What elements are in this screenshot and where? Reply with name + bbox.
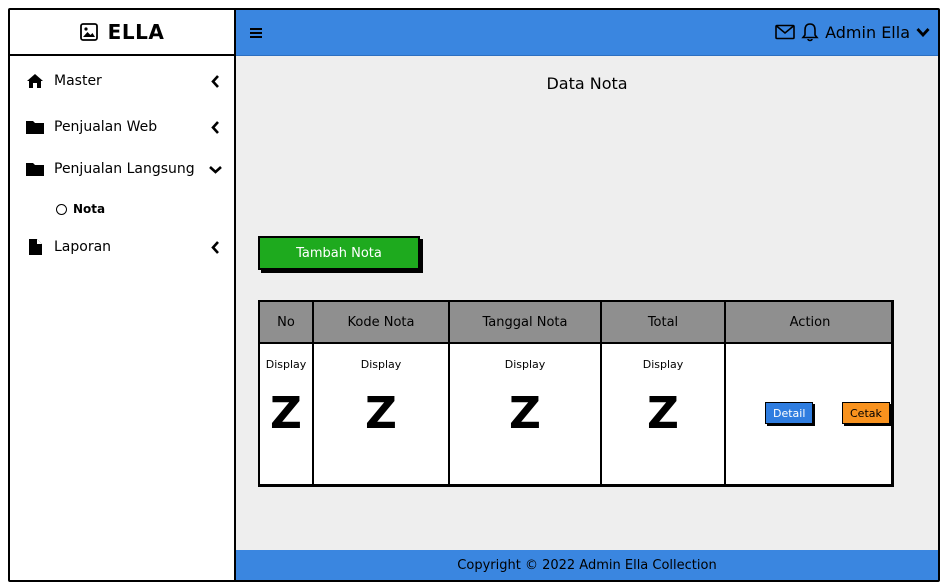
sidebar-item-label: Master <box>54 73 102 89</box>
folder-icon <box>24 118 46 136</box>
sidebar-item-laporan[interactable]: Laporan <box>24 238 222 256</box>
sidebar-item-penjualan-web[interactable]: Penjualan Web <box>24 118 222 136</box>
chevron-down-icon[interactable] <box>208 162 222 176</box>
column-header-no: No <box>277 314 295 330</box>
sidebar-subitem-label: Nota <box>73 202 106 216</box>
page-title: Data Nota <box>546 74 628 93</box>
nota-table: No Kode Nota Tanggal Nota Total Action D… <box>258 300 894 487</box>
sidebar-item-penjualan-langsung[interactable]: Penjualan Langsung <box>24 160 222 178</box>
footer: Copyright © 2022 Admin Ella Collection <box>236 550 938 580</box>
user-name[interactable]: Admin Ella <box>825 23 910 42</box>
chevron-left-icon[interactable] <box>208 120 222 134</box>
bell-icon[interactable] <box>801 22 819 42</box>
display-label: Display <box>504 358 546 371</box>
column-header-total: Total <box>647 314 679 330</box>
add-nota-button[interactable]: Tambah Nota <box>258 236 420 270</box>
chevron-left-icon[interactable] <box>208 240 222 254</box>
column-header-kode-nota: Kode Nota <box>347 314 415 330</box>
sidebar-item-master[interactable]: Master <box>24 72 222 90</box>
topbar: Admin Ella <box>236 10 938 56</box>
mail-icon[interactable] <box>775 24 795 40</box>
value-placeholder: Z <box>509 388 541 439</box>
app-frame: ELLA Master Penjualan Web Penjualan Lang… <box>8 8 940 582</box>
image-icon <box>79 23 98 41</box>
home-icon <box>24 72 46 90</box>
brand: ELLA <box>10 10 236 56</box>
main-content: Data Nota Tambah Nota No Kode Nota Tangg… <box>236 56 938 550</box>
value-placeholder: Z <box>270 388 302 439</box>
sidebar-item-label: Penjualan Langsung <box>54 161 195 177</box>
sidebar-subitem-nota[interactable]: Nota <box>56 202 105 216</box>
table-cell-kode-nota: Display Z <box>314 346 448 484</box>
sidebar-item-label: Penjualan Web <box>54 119 158 135</box>
column-header-tanggal-nota: Tanggal Nota <box>482 314 568 330</box>
file-icon <box>24 238 46 256</box>
display-label: Display <box>642 358 684 371</box>
table-cell-total: Display Z <box>602 346 724 484</box>
sidebar-item-label: Laporan <box>54 239 112 255</box>
chevron-down-icon[interactable] <box>916 27 930 37</box>
user-area: Admin Ella <box>775 22 930 42</box>
table-cell-tanggal-nota: Display Z <box>450 346 600 484</box>
table-header: No Kode Nota Tanggal Nota Total Action <box>260 302 891 344</box>
table-cell-no: Display Z <box>260 346 312 484</box>
detail-button[interactable]: Detail <box>765 402 814 424</box>
chevron-left-icon[interactable] <box>208 74 222 88</box>
value-placeholder: Z <box>365 388 397 439</box>
folder-icon <box>24 160 46 178</box>
value-placeholder: Z <box>647 388 679 439</box>
hamburger-menu-icon[interactable] <box>250 28 262 38</box>
cetak-button[interactable]: Cetak <box>842 402 890 424</box>
radio-icon <box>56 203 67 215</box>
column-header-action: Action <box>789 314 831 330</box>
display-label: Display <box>265 358 307 371</box>
sidebar: Master Penjualan Web Penjualan Langsung <box>10 56 236 580</box>
display-label: Display <box>360 358 402 371</box>
brand-title: ELLA <box>107 20 165 44</box>
